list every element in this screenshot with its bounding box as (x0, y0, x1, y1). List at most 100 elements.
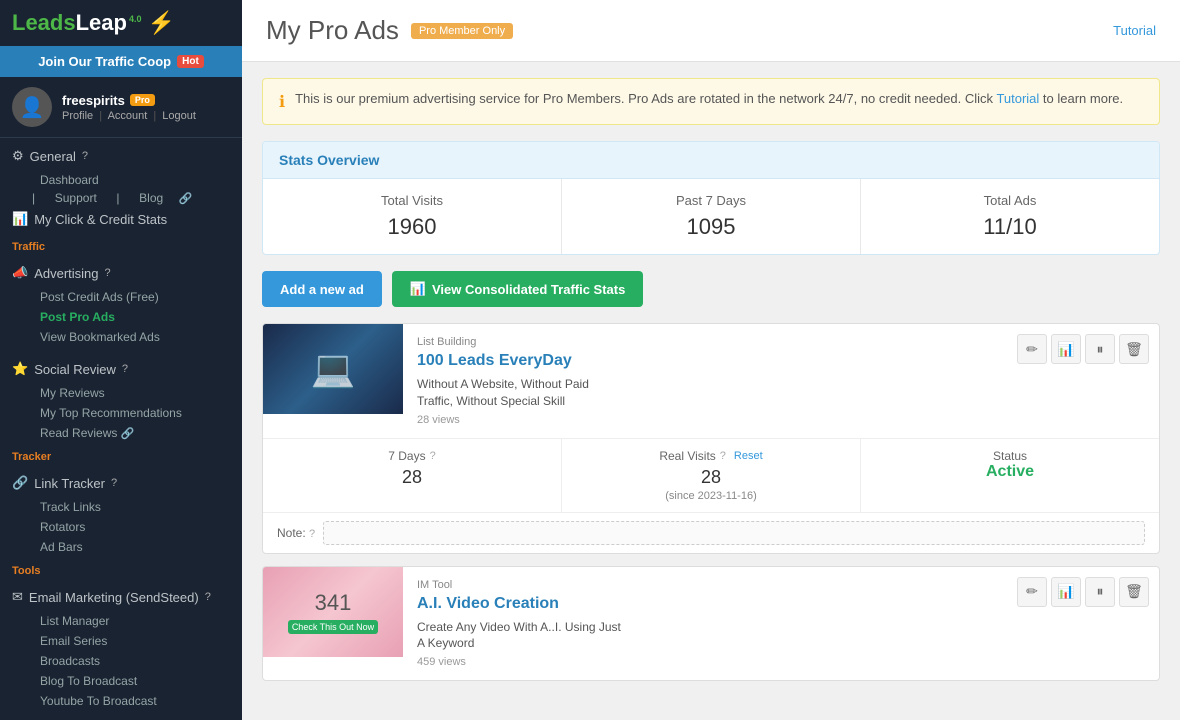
stat-past-7-days-value: 1095 (572, 214, 850, 240)
ad-card-1: List Building 100 Leads EveryDay Without… (262, 323, 1160, 554)
logo-part2: Leap (76, 10, 127, 35)
nav-advertising: 📣 Advertising ? Post Credit Ads (Free) P… (0, 255, 242, 351)
sidebar-item-bookmarked-ads[interactable]: View Bookmarked Ads (28, 327, 242, 347)
info-tutorial-link[interactable]: Tutorial (996, 91, 1039, 106)
sidebar-general-label: General (30, 149, 76, 164)
ad-desc-2: Create Any Video With A..I. Using JustA … (417, 619, 993, 653)
pro-only-badge: Pro Member Only (411, 23, 513, 39)
stat-total-visits-value: 1960 (273, 214, 551, 240)
stat-past-7-days-label: Past 7 Days (572, 193, 850, 208)
logo: LeadsLeap4.0 (12, 10, 141, 36)
ad-views-2: 459 views (417, 656, 993, 668)
nav-general-sub: Dashboard | Support | Blog 🔗 (0, 170, 242, 205)
sidebar-item-social-review[interactable]: ⭐ Social Review ? (0, 355, 242, 383)
ad-category-2: IM Tool (417, 579, 993, 591)
sidebar-item-advertising[interactable]: 📣 Advertising ? (0, 259, 242, 287)
note-input-1[interactable] (323, 521, 1145, 545)
actions-row: Add a new ad 📊 View Consolidated Traffic… (262, 271, 1160, 307)
user-links: Profile | Account | Logout (62, 110, 230, 122)
nav-email-marketing-sub: List Manager Email Series Broadcasts Blo… (0, 611, 242, 711)
sidebar-item-track-links[interactable]: Track Links (28, 497, 242, 517)
nav-general: ⚙ General ? Dashboard | Support | Blog 🔗… (0, 138, 242, 237)
stats-overview-header: Stats Overview (263, 142, 1159, 179)
email-marketing-help-icon: ? (205, 591, 211, 603)
ad-stats-button-1[interactable]: 📊 (1051, 334, 1081, 364)
sidebar-item-rotators[interactable]: Rotators (28, 517, 242, 537)
sidebar-item-top-recommendations[interactable]: My Top Recommendations (28, 403, 242, 423)
ad-delete-button-2[interactable]: 🗑 (1119, 577, 1149, 607)
ad-delete-button-1[interactable]: 🗑 (1119, 334, 1149, 364)
ad-title-2[interactable]: A.I. Video Creation (417, 595, 993, 613)
ad-info-2: IM Tool A.I. Video Creation Create Any V… (403, 567, 1007, 681)
sidebar-item-broadcasts[interactable]: Broadcasts (28, 651, 242, 671)
sidebar-item-email-marketing[interactable]: ✉ Email Marketing (SendSteed) ? (0, 583, 242, 611)
email-marketing-icon: ✉ (12, 589, 23, 605)
nav-page-builder: 📄 Page Builder ? Page Manager (0, 715, 242, 720)
logout-link[interactable]: Logout (162, 110, 196, 122)
link-tracker-help-icon: ? (111, 477, 117, 489)
social-review-help-icon: ? (122, 363, 128, 375)
ad-7days-value: 28 (277, 467, 547, 488)
coop-text: Join Our Traffic Coop (38, 54, 171, 69)
nav-email-marketing: ✉ Email Marketing (SendSteed) ? List Man… (0, 579, 242, 715)
view-stats-label: View Consolidated Traffic Stats (432, 282, 625, 297)
sidebar-item-blog[interactable]: Blog (127, 188, 175, 208)
sidebar-item-my-reviews[interactable]: My Reviews (28, 383, 242, 403)
nav-advertising-sub: Post Credit Ads (Free) Post Pro Ads View… (0, 287, 242, 347)
ad-status-value: Active (875, 463, 1145, 481)
ad-card-2: 341 Check This Out Now IM Tool A.I. Vide… (262, 566, 1160, 682)
sidebar-item-read-reviews[interactable]: Read Reviews 🔗 (28, 423, 242, 443)
sidebar-item-post-credit-ads[interactable]: Post Credit Ads (Free) (28, 287, 242, 307)
nav-link-tracker-sub: Track Links Rotators Ad Bars (0, 497, 242, 557)
ad-edit-button-1[interactable]: ✏ (1017, 334, 1047, 364)
ad-pause-button-1[interactable]: ⏸ (1085, 334, 1115, 364)
ad-stats-button-2[interactable]: 📊 (1051, 577, 1081, 607)
advertising-help-icon: ? (105, 267, 111, 279)
page-title: My Pro Ads (266, 15, 399, 46)
username: freespirits Pro (62, 93, 230, 108)
view-stats-button[interactable]: 📊 View Consolidated Traffic Stats (392, 271, 644, 307)
sidebar-item-link-tracker[interactable]: 🔗 Link Tracker ? (0, 469, 242, 497)
sidebar-item-support[interactable]: Support (43, 188, 109, 208)
sidebar-item-post-pro-ads[interactable]: Post Pro Ads (28, 307, 242, 327)
ad-actions-2: ✏ 📊 ⏸ 🗑 (1007, 567, 1159, 617)
ad-pause-button-2[interactable]: ⏸ (1085, 577, 1115, 607)
ad-real-visits-value: 28 (576, 467, 846, 488)
coop-banner[interactable]: Join Our Traffic Coop Hot (0, 46, 242, 77)
account-link[interactable]: Account (108, 110, 148, 122)
hot-badge: Hot (177, 55, 204, 68)
sidebar-item-email-series[interactable]: Email Series (28, 631, 242, 651)
note-row-1: Note: ? (263, 512, 1159, 553)
ad-title-1[interactable]: 100 Leads EveryDay (417, 352, 993, 370)
ad-thumbnail-1 (263, 324, 403, 414)
link-tracker-icon: 🔗 (12, 475, 28, 491)
sidebar-email-marketing-label: Email Marketing (SendSteed) (29, 590, 199, 605)
ad-top-2: 341 Check This Out Now IM Tool A.I. Vide… (263, 567, 1159, 681)
user-info: freespirits Pro Profile | Account | Logo… (62, 93, 230, 122)
ad-edit-button-2[interactable]: ✏ (1017, 577, 1047, 607)
main-header: My Pro Ads Pro Member Only Tutorial (242, 0, 1180, 62)
stats-row: Total Visits 1960 Past 7 Days 1095 Total… (263, 179, 1159, 254)
tools-section-label: Tools (0, 561, 242, 579)
sidebar-item-youtube-to-broadcast[interactable]: Youtube To Broadcast (28, 691, 242, 711)
real-visits-help-icon: ? (720, 450, 726, 462)
credit-stats-icon: 📊 (12, 211, 28, 227)
general-help-icon: ? (82, 150, 88, 162)
logo-part1: Leads (12, 10, 76, 35)
sidebar-item-dashboard[interactable]: Dashboard (28, 170, 242, 190)
tutorial-link[interactable]: Tutorial (1113, 23, 1156, 38)
reset-link[interactable]: Reset (734, 450, 763, 462)
ad-top-1: List Building 100 Leads EveryDay Without… (263, 324, 1159, 438)
add-new-ad-button[interactable]: Add a new ad (262, 271, 382, 307)
sidebar-item-credit-stats[interactable]: 📊 My Click & Credit Stats (0, 205, 242, 233)
info-text-part1: This is our premium advertising service … (295, 91, 996, 106)
sidebar-item-general[interactable]: ⚙ General ? (0, 142, 242, 170)
sidebar-item-ad-bars[interactable]: Ad Bars (28, 537, 242, 557)
sidebar-item-blog-to-broadcast[interactable]: Blog To Broadcast (28, 671, 242, 691)
ad-thumbnail-2: 341 Check This Out Now (263, 567, 403, 657)
ad-info-1: List Building 100 Leads EveryDay Without… (403, 324, 1007, 438)
profile-link[interactable]: Profile (62, 110, 93, 122)
page-title-area: My Pro Ads Pro Member Only (266, 15, 513, 46)
ad-desc-1: Without A Website, Without PaidTraffic, … (417, 376, 993, 410)
sidebar-item-list-manager[interactable]: List Manager (28, 611, 242, 631)
